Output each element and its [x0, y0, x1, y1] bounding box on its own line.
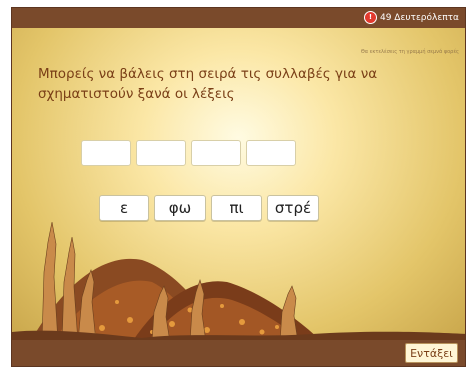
syllable-tile[interactable]: φω: [154, 195, 206, 221]
syllable-tile[interactable]: ε: [99, 195, 149, 221]
answer-slot[interactable]: [191, 140, 241, 166]
answer-slot[interactable]: [246, 140, 296, 166]
timer-label: 49 Δευτερόλεπτα: [379, 12, 459, 23]
bottom-bar: Εντάξει: [12, 340, 465, 366]
syllable-tile[interactable]: στρέ: [267, 195, 319, 221]
ok-button[interactable]: Εντάξει: [405, 343, 458, 363]
alert-icon: !: [363, 11, 377, 24]
answer-slot[interactable]: [81, 140, 131, 166]
syllable-tile[interactable]: πι: [211, 195, 262, 221]
timer-subtitle: Θα εκτελέσεις τη γραμμή σεμνά φορές: [360, 49, 459, 55]
top-bar: ! 49 Δευτερόλεπτα: [12, 8, 465, 28]
answer-slots: [81, 140, 296, 166]
stage: Θα εκτελέσεις τη γραμμή σεμνά φορές Μπορ…: [12, 28, 465, 342]
syllable-tiles: ε φω πι στρέ: [99, 195, 319, 221]
timer: ! 49 Δευτερόλεπτα: [363, 11, 459, 24]
prompt-text: Μπορείς να βάλεις στη σειρά τις συλλαβές…: [38, 66, 378, 102]
quiz-window: ! 49 Δευτερόλεπτα Θα εκτελέσεις τη γραμμ…: [11, 7, 466, 367]
answer-slot[interactable]: [136, 140, 186, 166]
